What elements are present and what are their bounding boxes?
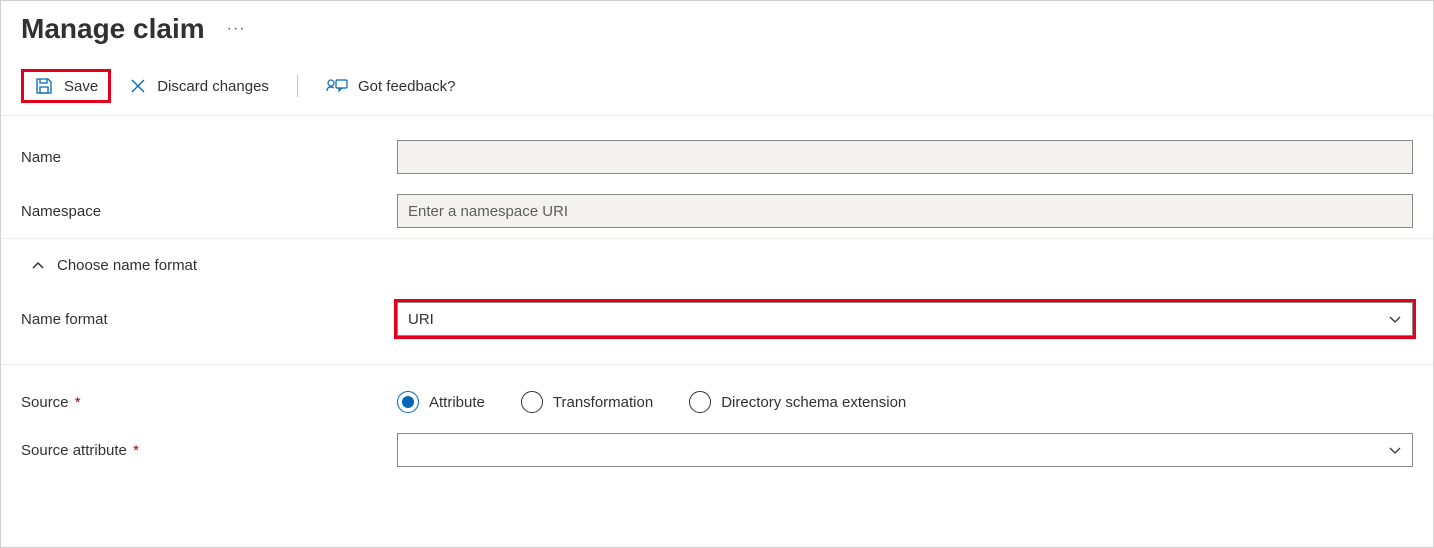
- name-label: Name: [21, 149, 397, 166]
- discard-button[interactable]: Discard changes: [119, 71, 279, 101]
- name-input[interactable]: [397, 140, 1413, 174]
- namespace-label: Namespace: [21, 203, 397, 220]
- chevron-down-icon: [1388, 312, 1402, 326]
- close-icon: [129, 77, 147, 95]
- radio-icon: [397, 391, 419, 413]
- source-option-transformation[interactable]: Transformation: [521, 391, 653, 413]
- source-attribute-dropdown[interactable]: [397, 433, 1413, 467]
- page-title: Manage claim: [21, 13, 205, 45]
- radio-icon: [521, 391, 543, 413]
- namespace-input[interactable]: [397, 194, 1413, 228]
- save-icon: [34, 76, 54, 96]
- source-option-transformation-label: Transformation: [553, 394, 653, 411]
- more-actions-button[interactable]: ···: [227, 20, 246, 38]
- required-indicator: *: [129, 442, 139, 459]
- name-format-dropdown[interactable]: URI: [397, 302, 1413, 336]
- discard-button-label: Discard changes: [157, 78, 269, 95]
- feedback-icon: [326, 76, 348, 96]
- radio-icon: [689, 391, 711, 413]
- source-radio-group: Attribute Transformation Directory schem…: [397, 391, 906, 413]
- source-option-attribute[interactable]: Attribute: [397, 391, 485, 413]
- toolbar: Save Discard changes Got feedback?: [1, 69, 1433, 116]
- choose-name-format-toggle[interactable]: Choose name format: [1, 239, 1433, 292]
- choose-name-format-label: Choose name format: [57, 257, 197, 274]
- chevron-down-icon: [1388, 443, 1402, 457]
- chevron-up-icon: [31, 259, 45, 273]
- source-option-attribute-label: Attribute: [429, 394, 485, 411]
- required-indicator: *: [71, 394, 81, 411]
- source-option-directory-schema-label: Directory schema extension: [721, 394, 906, 411]
- source-option-directory-schema[interactable]: Directory schema extension: [689, 391, 906, 413]
- toolbar-divider: [297, 75, 298, 97]
- name-format-label: Name format: [21, 311, 397, 328]
- feedback-button-label: Got feedback?: [358, 78, 456, 95]
- source-label: Source *: [21, 394, 397, 411]
- name-format-value: URI: [408, 311, 434, 328]
- feedback-button[interactable]: Got feedback?: [316, 70, 466, 102]
- save-button[interactable]: Save: [21, 69, 111, 103]
- source-attribute-label: Source attribute *: [21, 442, 397, 459]
- save-button-label: Save: [64, 78, 98, 95]
